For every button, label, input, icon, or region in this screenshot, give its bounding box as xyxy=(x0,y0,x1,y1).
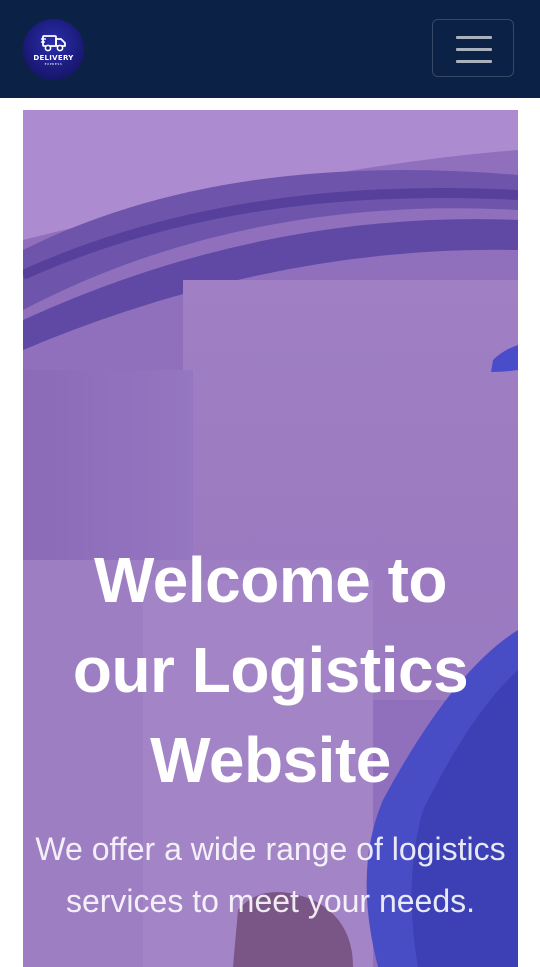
hero-content: Welcome to our Logistics Website We offe… xyxy=(23,535,518,927)
hamburger-menu-icon-bar xyxy=(456,60,492,63)
logo-tagline: EXPRESS xyxy=(44,61,63,66)
hamburger-menu-icon-bar xyxy=(456,48,492,51)
hero-subtitle: We offer a wide range of logistics servi… xyxy=(35,831,506,919)
brand-logo[interactable]: DELIVERY EXPRESS xyxy=(23,19,84,80)
hero-title: Welcome to our Logistics Website xyxy=(72,544,469,796)
truck-icon xyxy=(40,34,66,51)
hamburger-menu-button[interactable] xyxy=(432,19,514,77)
logo-wordmark: DELIVERY xyxy=(33,53,74,62)
hamburger-menu-icon xyxy=(456,36,492,39)
hero-section: Welcome to our Logistics Website We offe… xyxy=(23,110,518,967)
navbar: DELIVERY EXPRESS xyxy=(0,0,540,98)
